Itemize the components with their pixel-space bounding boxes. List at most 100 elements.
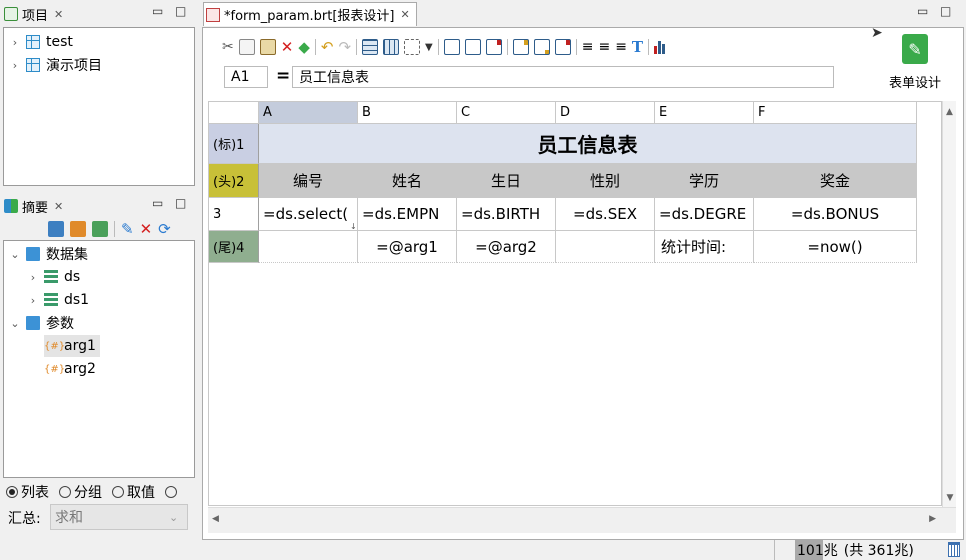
- eraser-icon[interactable]: ◆: [298, 38, 310, 56]
- footer-cell-e4[interactable]: 统计时间:: [655, 231, 754, 263]
- scroll-left-icon[interactable]: ◀: [212, 514, 219, 524]
- grid-icon[interactable]: [383, 39, 400, 55]
- footer-cell-c4[interactable]: =@arg2: [457, 231, 556, 263]
- text-format-icon[interactable]: T: [632, 38, 643, 56]
- table-param-icon[interactable]: [70, 221, 86, 237]
- redo-icon[interactable]: ↷: [338, 38, 351, 56]
- column-header-c[interactable]: C: [457, 102, 556, 124]
- edit-icon[interactable]: ✎: [121, 220, 134, 238]
- chevron-down-icon[interactable]: ⌄: [8, 317, 22, 330]
- header-cell-name[interactable]: 姓名: [358, 164, 457, 198]
- table-expr-icon[interactable]: [92, 221, 108, 237]
- radio-list[interactable]: 列表: [6, 482, 49, 502]
- tree-group-params[interactable]: ⌄ 参数: [8, 312, 74, 334]
- column-header-f[interactable]: F: [754, 102, 917, 124]
- data-cell-a3[interactable]: =ds.select(: [259, 198, 358, 231]
- data-cell-e3[interactable]: =ds.DEGRE: [655, 198, 754, 231]
- chevron-right-icon[interactable]: ›: [26, 294, 40, 307]
- data-cell-b3[interactable]: =ds.EMPN: [358, 198, 457, 231]
- tree-item-arg2[interactable]: {#} arg2: [44, 358, 96, 380]
- align-center-icon[interactable]: ≡: [598, 39, 610, 55]
- minimize-icon[interactable]: ▭: [917, 4, 928, 18]
- table-icon[interactable]: [48, 221, 64, 237]
- footer-cell-f4[interactable]: =now(): [754, 231, 917, 263]
- header-cell-degree[interactable]: 学历: [655, 164, 754, 198]
- radio-group-option[interactable]: 分组: [59, 482, 102, 502]
- footer-cell-b4[interactable]: =@arg1: [358, 231, 457, 263]
- scroll-down-icon[interactable]: ▼: [943, 493, 957, 503]
- header-cell-birthday[interactable]: 生日: [457, 164, 556, 198]
- tree-item-ds1[interactable]: › ds1: [26, 289, 89, 311]
- row-header-1[interactable]: (标)1: [209, 124, 259, 164]
- column-header-a[interactable]: A: [259, 102, 358, 124]
- cut-icon[interactable]: ✂: [222, 39, 234, 55]
- chevron-right-icon[interactable]: ›: [8, 36, 22, 49]
- radio-unchecked-icon[interactable]: [165, 486, 177, 498]
- data-cell-f3[interactable]: =ds.BONUS: [754, 198, 917, 231]
- close-icon[interactable]: ✕: [54, 8, 63, 21]
- chevron-right-icon[interactable]: ›: [8, 59, 22, 72]
- minimize-icon[interactable]: ▭: [152, 4, 163, 18]
- row-header-2[interactable]: (头)2: [209, 164, 259, 198]
- chevron-right-icon[interactable]: ›: [26, 271, 40, 284]
- form-design-button[interactable]: ✎ 表单设计: [880, 34, 950, 92]
- header-cell-id[interactable]: 编号: [259, 164, 358, 198]
- chevron-down-icon[interactable]: ▼: [425, 42, 433, 53]
- vertical-scrollbar[interactable]: ▲ ▼: [942, 101, 956, 507]
- footer-cell-a4[interactable]: [259, 231, 358, 263]
- footer-cell-d4[interactable]: [556, 231, 655, 263]
- project-tab[interactable]: 项目 ✕: [4, 2, 63, 26]
- bar-chart-icon[interactable]: [654, 40, 666, 54]
- header-cell-gender[interactable]: 性别: [556, 164, 655, 198]
- undo-icon[interactable]: ↶: [321, 38, 334, 56]
- column-header-d[interactable]: D: [556, 102, 655, 124]
- header-cell-bonus[interactable]: 奖金: [754, 164, 917, 198]
- formula-input[interactable]: 员工信息表: [292, 66, 834, 88]
- horizontal-scrollbar[interactable]: ◀ ▶: [208, 507, 956, 533]
- tree-item-demo[interactable]: › 演示项目: [8, 54, 102, 76]
- aggregate-select[interactable]: 求和 ⌄: [50, 504, 188, 530]
- insert-row-icon[interactable]: [443, 39, 460, 55]
- radio-value-option[interactable]: 取值: [112, 482, 155, 502]
- paste-icon[interactable]: [259, 39, 276, 55]
- close-icon[interactable]: ✕: [400, 8, 409, 21]
- data-cell-c3[interactable]: =ds.BIRTH: [457, 198, 556, 231]
- editor-tab[interactable]: *form_param.brt[报表设计] ✕: [203, 2, 417, 26]
- trash-icon[interactable]: [948, 542, 960, 557]
- tree-group-datasets[interactable]: ⌄ 数据集: [8, 243, 88, 265]
- insert-table-icon[interactable]: [362, 39, 379, 55]
- delete-col-icon[interactable]: [554, 39, 571, 55]
- append-row-icon[interactable]: [464, 39, 481, 55]
- delete-icon[interactable]: ✕: [281, 38, 294, 56]
- column-header-b[interactable]: B: [358, 102, 457, 124]
- align-right-icon[interactable]: ≡: [615, 39, 627, 55]
- insert-col-icon[interactable]: [512, 39, 529, 55]
- title-cell[interactable]: 员工信息表: [259, 124, 917, 164]
- summary-tab[interactable]: 摘要 ✕: [4, 194, 63, 218]
- column-header-e[interactable]: E: [655, 102, 754, 124]
- scroll-right-icon[interactable]: ▶: [929, 514, 936, 524]
- align-left-icon[interactable]: ≡: [582, 39, 594, 55]
- tree-item-arg1[interactable]: {#} arg1: [44, 335, 100, 357]
- row-header-3[interactable]: 3: [209, 198, 259, 231]
- refresh-icon[interactable]: ⟳: [158, 220, 171, 238]
- scroll-up-icon[interactable]: ▲: [943, 107, 956, 117]
- tree-item-test[interactable]: › test: [8, 31, 73, 53]
- maximize-icon[interactable]: □: [175, 196, 186, 210]
- chevron-down-icon[interactable]: ⌄: [8, 248, 22, 261]
- maximize-icon[interactable]: □: [175, 4, 186, 18]
- row-header-4[interactable]: (尾)4: [209, 231, 259, 263]
- maximize-icon[interactable]: □: [940, 4, 951, 18]
- delete-icon[interactable]: ✕: [140, 220, 153, 238]
- border-icon[interactable]: [404, 39, 421, 55]
- tree-item-ds[interactable]: › ds: [26, 266, 80, 288]
- close-icon[interactable]: ✕: [54, 200, 63, 213]
- minimize-icon[interactable]: ▭: [152, 196, 163, 210]
- data-cell-d3[interactable]: =ds.SEX: [556, 198, 655, 231]
- append-col-icon[interactable]: [533, 39, 550, 55]
- copy-icon[interactable]: [238, 39, 255, 55]
- memory-indicator[interactable]: 101兆 (共 361兆): [774, 540, 944, 560]
- delete-row-icon[interactable]: [485, 39, 502, 55]
- cell-ref-box[interactable]: A1: [224, 66, 268, 88]
- radio-unchecked-icon: [59, 486, 71, 498]
